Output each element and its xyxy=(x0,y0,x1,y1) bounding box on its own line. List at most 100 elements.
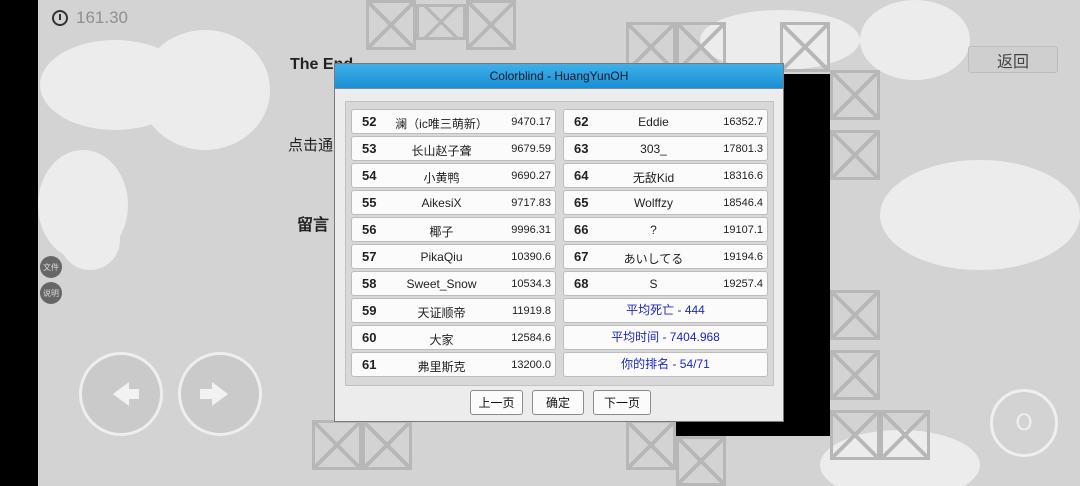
score-value: 19107.1 xyxy=(723,224,763,236)
rank-number: 56 xyxy=(362,222,377,237)
player-name: 无敌Kid xyxy=(632,171,675,185)
small-info-button[interactable]: 说明 xyxy=(40,282,62,304)
prev-page-button[interactable]: 上一页 xyxy=(470,390,523,415)
rank-number: 53 xyxy=(362,141,377,156)
crate xyxy=(626,420,676,470)
back-button[interactable]: 返回 xyxy=(968,46,1058,73)
dialog-title: Colorblind - HuangYunOH xyxy=(335,64,783,89)
your-rank-stat: 你的排名 - 54/71 xyxy=(563,352,768,377)
crate xyxy=(312,420,362,470)
crate xyxy=(362,420,412,470)
crate xyxy=(880,410,930,460)
player-name: 弗里斯克 xyxy=(417,360,466,374)
leaderboard-row: 66? 19107.1 xyxy=(563,217,768,242)
crate xyxy=(830,290,880,340)
leaderboard-row: 59 天证顺帝 11919.8 xyxy=(351,298,556,323)
leaderboard-row: 64 无敌Kid 18316.6 xyxy=(563,163,768,188)
leaderboard-row: 63 303_ 17801.3 xyxy=(563,136,768,161)
avg-deaths-stat: 平均死亡 - 444 xyxy=(563,298,768,323)
score-value: 18316.6 xyxy=(723,170,763,182)
player-name: AikesiX xyxy=(421,196,462,210)
score-value: 17801.3 xyxy=(723,143,763,155)
rank-number: 65 xyxy=(574,195,589,210)
rank-number: 60 xyxy=(362,330,377,345)
crate xyxy=(830,130,880,180)
player-name: Wolffzy xyxy=(634,196,673,210)
rank-number: 54 xyxy=(362,168,377,183)
bg-label: 留言 xyxy=(297,217,330,234)
bg-hint: 点击通 xyxy=(288,137,334,154)
score-value: 19257.4 xyxy=(723,278,763,290)
player-name: 长山赵子聋 xyxy=(411,144,472,158)
rank-number: 63 xyxy=(574,141,589,156)
crate xyxy=(366,0,416,50)
score-value: 9470.17 xyxy=(511,116,551,128)
player-name: 澜（ic唯三萌新） xyxy=(395,117,488,131)
leaderboard-left-column: 52 澜（ic唯三萌新） 9470.17 53 长山赵子聋 9679.59 54 小黄鸭 969… xyxy=(351,109,556,379)
move-right-button[interactable] xyxy=(178,352,262,436)
crate xyxy=(830,350,880,400)
player-name: 天证顺帝 xyxy=(417,306,466,320)
timer-value: 161.30 xyxy=(76,8,128,27)
leaderboard-row: 62 Eddie 16352.7 xyxy=(563,109,768,134)
player-name: 303_ xyxy=(640,142,667,156)
screen-edge xyxy=(0,0,38,486)
player-name: S xyxy=(649,277,658,291)
score-value: 10534.3 xyxy=(511,278,551,290)
leaderboard-grid: 52 澜（ic唯三萌新） 9470.17 53 长山赵子聋 9679.59 54 小黄鸭 969… xyxy=(345,101,774,386)
avg-time-stat: 平均时间 - 7404.968 xyxy=(563,325,768,350)
player-name: PikaQiu xyxy=(420,250,463,264)
player-name: Eddie xyxy=(638,115,669,129)
leaderboard-row: 60 大家 12584.6 xyxy=(351,325,556,350)
score-value: 19194.6 xyxy=(723,251,763,263)
score-value: 16352.7 xyxy=(723,116,763,128)
rank-number: 58 xyxy=(362,276,377,291)
score-value: 9679.59 xyxy=(511,143,551,155)
score-value: 9996.31 xyxy=(511,224,551,236)
crate xyxy=(676,436,726,486)
score-value: 9717.83 xyxy=(511,197,551,209)
timer: 161.30 xyxy=(52,8,128,28)
next-page-button[interactable]: 下一页 xyxy=(593,390,651,415)
player-name: あいしてる xyxy=(623,252,684,266)
player-name: Sweet_Snow xyxy=(406,277,477,291)
crate xyxy=(830,410,880,460)
rank-number: 67 xyxy=(574,249,589,264)
player-name: 椰子 xyxy=(429,225,454,239)
small-file-button[interactable]: 文件 xyxy=(40,256,62,278)
leaderboard-row: 65 Wolffzy 18546.4 xyxy=(563,190,768,215)
game-screen: The End 点击通 留言 文件 说明 161.30 返回 O Colorbl… xyxy=(0,0,1080,486)
rank-number: 62 xyxy=(574,114,589,129)
score-value: 9690.27 xyxy=(511,170,551,182)
jump-button[interactable]: O xyxy=(990,389,1058,457)
player-name: 小黄鸭 xyxy=(423,171,460,185)
rank-number: 52 xyxy=(362,114,377,129)
leaderboard-row: 57 PikaQiu 10390.6 xyxy=(351,244,556,269)
rank-number: 68 xyxy=(574,276,589,291)
rank-number: 66 xyxy=(574,222,589,237)
leaderboard-dialog: Colorblind - HuangYunOH 52 澜（ic唯三萌新） 9470.… xyxy=(334,63,784,422)
rank-number: 57 xyxy=(362,249,377,264)
leaderboard-row: 54 小黄鸭 9690.27 xyxy=(351,163,556,188)
leaderboard-row: 56 椰子 9996.31 xyxy=(351,217,556,242)
rank-number: 64 xyxy=(574,168,589,183)
leaderboard-row: 67 あいしてる 19194.6 xyxy=(563,244,768,269)
player-name: ? xyxy=(650,223,657,237)
leaderboard-row: 53 长山赵子聋 9679.59 xyxy=(351,136,556,161)
crate xyxy=(780,22,830,72)
leaderboard-row: 55 AikesiX 9717.83 xyxy=(351,190,556,215)
leaderboard-row: 68 S 19257.4 xyxy=(563,271,768,296)
cloud xyxy=(140,30,270,150)
crate xyxy=(466,0,516,50)
score-value: 11919.8 xyxy=(512,305,551,317)
leaderboard-right-column: 62 Eddie 16352.7 63 303_ 17801.3 64 无敌Kid 18316.… xyxy=(563,109,768,379)
rank-number: 55 xyxy=(362,195,377,210)
crate xyxy=(416,4,466,40)
ok-button[interactable]: 确定 xyxy=(532,390,584,415)
stopwatch-icon xyxy=(52,10,68,26)
move-left-button[interactable] xyxy=(79,352,163,436)
rank-number: 59 xyxy=(362,303,377,318)
arrow-right-icon xyxy=(200,382,228,406)
score-value: 18546.4 xyxy=(723,197,763,209)
leaderboard-row: 61 弗里斯克 13200.0 xyxy=(351,352,556,377)
